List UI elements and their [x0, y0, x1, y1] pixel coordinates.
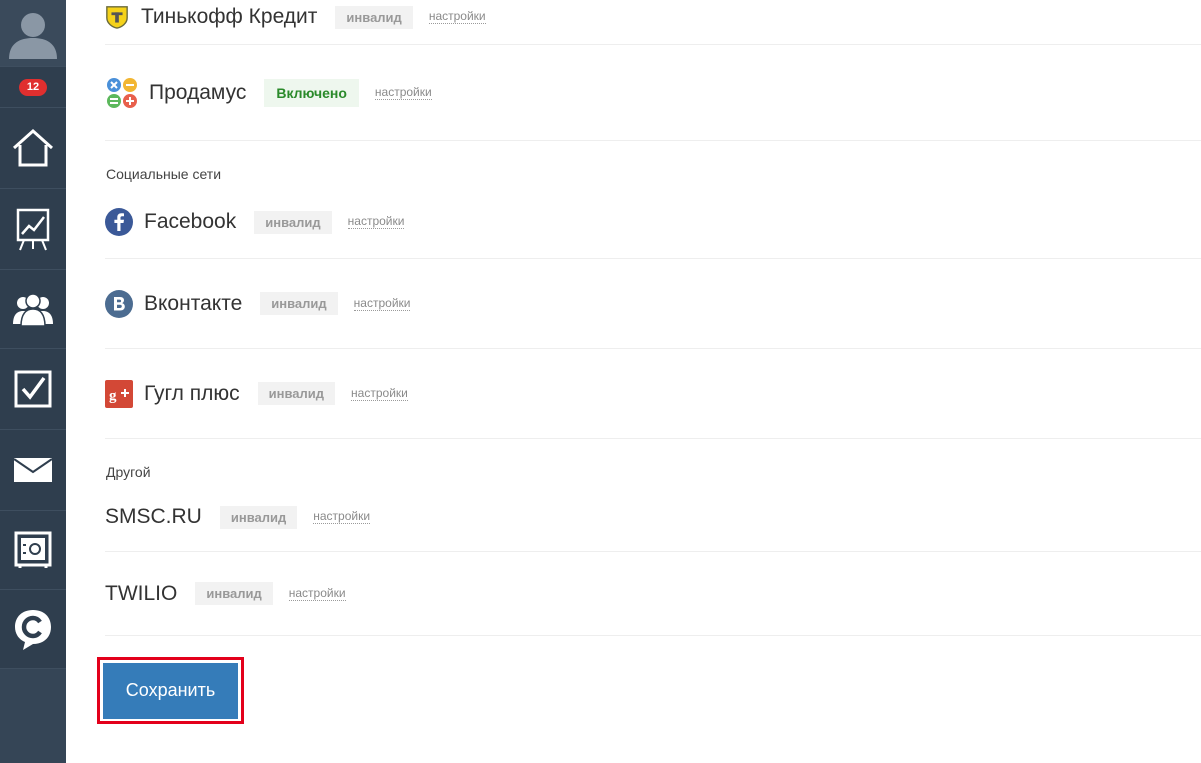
tinkoff-logo-icon [106, 6, 128, 29]
sidebar-item-analytics[interactable] [0, 189, 66, 270]
settings-link[interactable]: настройки [351, 386, 408, 401]
home-icon [12, 128, 54, 167]
prodamus-logo-icon [107, 77, 137, 108]
service-row-vkontakte: Вконтакте инвалид настройки [105, 259, 1201, 349]
settings-link[interactable]: настройки [374, 85, 432, 100]
sidebar-item-home[interactable] [0, 108, 66, 189]
status-badge: инвалид [260, 292, 338, 315]
service-row-tinkoff: Тинькофф Кредит инвалид настройки [105, 0, 1201, 45]
status-badge: инвалид [219, 505, 298, 529]
user-avatar[interactable] [0, 0, 66, 67]
status-badge: инвалид [335, 5, 413, 29]
service-name: Тинькофф Кредит [141, 5, 318, 28]
service-row-smsc: SMSC.RU инвалид настройки [105, 483, 1201, 552]
service-row-facebook: Facebook инвалид настройки [105, 186, 1201, 259]
sidebar-item-chat[interactable] [0, 590, 66, 669]
sidebar-footer [0, 669, 66, 763]
section-title-other: Другой [106, 464, 151, 480]
section-title-social: Социальные сети [106, 166, 222, 182]
sidebar-item-users[interactable] [0, 270, 66, 349]
settings-link[interactable]: настройки [347, 215, 405, 229]
sidebar-item-tasks[interactable] [0, 349, 66, 430]
service-name: Продамус [149, 80, 247, 104]
service-row-twilio: TWILIO инвалид настройки [105, 552, 1201, 636]
service-name: SMSC.RU [105, 505, 202, 528]
service-row-googleplus: g Гугл плюс инвалид настройки [105, 349, 1201, 439]
service-row-prodamus: Продамус Включено настройки [105, 45, 1201, 141]
save-button-highlight: Сохранить [97, 657, 244, 724]
sidebar-item-mail[interactable] [0, 430, 66, 511]
chart-board-icon [16, 208, 50, 251]
sidebar: 12 [0, 0, 66, 763]
svg-text:g: g [109, 388, 117, 404]
settings-link[interactable]: настройки [353, 296, 411, 311]
mail-icon [13, 458, 53, 482]
status-badge: инвалид [254, 210, 332, 234]
service-name: Facebook [144, 210, 237, 233]
chat-c-icon [15, 610, 51, 650]
notification-badge: 12 [18, 78, 48, 96]
google-plus-icon: g [105, 379, 133, 408]
service-name: Гугл плюс [144, 381, 240, 405]
safe-icon [14, 531, 52, 568]
settings-link[interactable]: настройки [428, 10, 486, 24]
status-badge: инвалид [257, 382, 336, 405]
service-name: TWILIO [105, 581, 178, 605]
users-icon [13, 293, 53, 326]
user-avatar-icon [9, 13, 57, 59]
settings-link[interactable]: настройки [313, 510, 371, 524]
facebook-icon [105, 208, 133, 236]
sidebar-item-safe[interactable] [0, 511, 66, 590]
notifications-item[interactable]: 12 [0, 67, 66, 108]
service-name: Вконтакте [144, 291, 243, 315]
status-badge-enabled: Включено [264, 78, 359, 107]
settings-link[interactable]: настройки [288, 586, 346, 601]
vkontakte-icon [105, 289, 133, 318]
save-button[interactable]: Сохранить [103, 662, 238, 719]
checkbox-icon [14, 370, 52, 408]
status-badge: инвалид [195, 582, 273, 605]
